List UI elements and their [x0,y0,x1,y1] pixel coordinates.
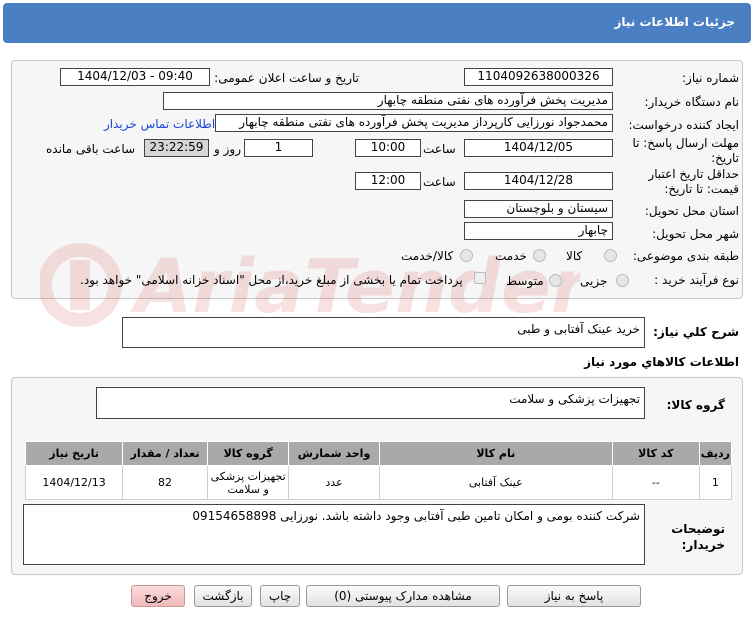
category-goods-radio[interactable] [604,249,617,262]
reply-time-field: 10:00 [355,139,421,157]
view-attachments-button[interactable]: مشاهده مدارک پیوستی (0) [306,585,500,607]
goods-info-heading: اطلاعات کالاهاي مورد نياز [584,355,739,369]
category-label: طبقه بندی موضوعی: [632,249,739,263]
back-button[interactable]: بازگشت [194,585,252,607]
print-button[interactable]: چاپ [260,585,300,607]
price-validity-time-label: ساعت [423,175,456,189]
cell-item-name: عینک آفتابی [378,465,613,500]
process-medium-radio[interactable] [549,274,562,287]
buyer-org-field: مدیریت پخش فرآورده های نفتی منطقه چابهار [163,92,613,110]
description-label: شرح کلي نياز: [653,325,739,339]
process-minor-label: جزیی [580,274,608,288]
city-label: شهر محل تحویل: [652,227,739,241]
cell-need-date: 1404/12/13 [24,465,124,500]
city-field: چابهار [464,222,613,240]
col-need-date: تاریخ نیاز [24,441,124,466]
price-validity-label: حداقل تاریخ اعتبار قیمت: تا تاریخ: [648,167,739,196]
reply-date-field: 1404/12/05 [464,139,613,157]
col-item-code: کد کالا [611,441,700,466]
category-service-label: خدمت [495,249,527,263]
goods-table: ردیف کد کالا نام کالا واحد شمارش گروه کا… [24,441,733,500]
buyer-notes-label: توضیحات خریدار: [671,522,725,552]
goods-group-label: گروه کالا: [666,398,725,412]
buyer-notes-value: شرکت کننده بومی و امکان تامین طبی آفتابی… [192,509,640,523]
province-label: استان محل تحویل: [644,204,739,218]
time-remaining-label: ساعت باقی مانده [46,142,136,156]
buyer-notes-field: شرکت کننده بومی و امکان تامین طبی آفتابی… [23,504,645,565]
cell-quantity: 82 [122,465,208,500]
cell-row-number: 1 [698,465,733,500]
goods-table-header-row: ردیف کد کالا نام کالا واحد شمارش گروه کا… [24,441,733,466]
process-minor-radio[interactable] [616,274,629,287]
process-medium-label: متوسط [506,274,544,288]
window-title-bar: جزئیات اطلاعات نیاز [3,3,751,43]
description-field: خرید عینک آفتابی و طبی [122,317,645,348]
treasury-payment-checkbox[interactable] [474,272,486,284]
announce-date-field: 1404/12/03 - 09:40 [60,68,210,86]
need-number-label: شماره نیاز: [682,71,739,85]
table-row[interactable]: 1 -- عینک آفتابی عدد تجهیزات پزشکی و سلا… [24,465,733,500]
days-remaining-field: 1 [244,139,313,157]
time-remaining-field: 23:22:59 [144,139,209,157]
days-label: روز و [214,142,241,156]
window-title: جزئیات اطلاعات نیاز [614,15,735,29]
col-item-name: نام کالا [378,441,613,466]
price-validity-time-field: 12:00 [355,172,421,190]
reply-to-need-button[interactable]: پاسخ به نیاز [507,585,641,607]
goods-group-field: تجهیزات پزشکی و سلامت [96,387,645,419]
buyer-org-label: نام دستگاه خریدار: [644,95,740,109]
col-row-number: ردیف [698,441,733,466]
cell-item-code: -- [611,465,700,500]
category-service-radio[interactable] [533,249,546,262]
buyer-contact-link[interactable]: اطلاعات تماس خریدار [104,117,215,131]
reply-deadline-label: مهلت ارسال پاسخ: تا تاریخ: [632,136,739,165]
need-number-field: 1104092638000326 [464,68,613,86]
province-field: سیستان و بلوچستان [464,200,613,218]
treasury-payment-note: پرداخت تمام یا بخشی از مبلغ خرید،از محل … [80,273,463,287]
cell-unit: عدد [288,465,380,500]
col-unit: واحد شمارش [288,441,380,466]
requester-field: محمدجواد نورزایی کارپرداز مدیریت پخش فرآ… [215,114,613,132]
exit-button[interactable]: خروج [131,585,185,607]
col-goods-group: گروه کالا [206,441,290,466]
category-goods-service-radio[interactable] [460,249,473,262]
category-goods-service-label: کالا/خدمت [401,249,454,263]
goods-group-value: تجهیزات پزشکی و سلامت [509,392,640,406]
process-type-label: نوع فرآیند خرید : [654,273,739,287]
reply-time-label: ساعت [423,142,456,156]
col-quantity: تعداد / مقدار [122,441,208,466]
announce-date-label: تاریخ و ساعت اعلان عمومی: [214,71,359,85]
cell-goods-group: تجهیزات پزشکی و سلامت [206,465,290,500]
price-validity-date-field: 1404/12/28 [464,172,613,190]
category-goods-label: کالا [566,249,583,263]
description-value: خرید عینک آفتابی و طبی [517,322,640,336]
requester-label: ایجاد کننده درخواست: [628,118,739,132]
